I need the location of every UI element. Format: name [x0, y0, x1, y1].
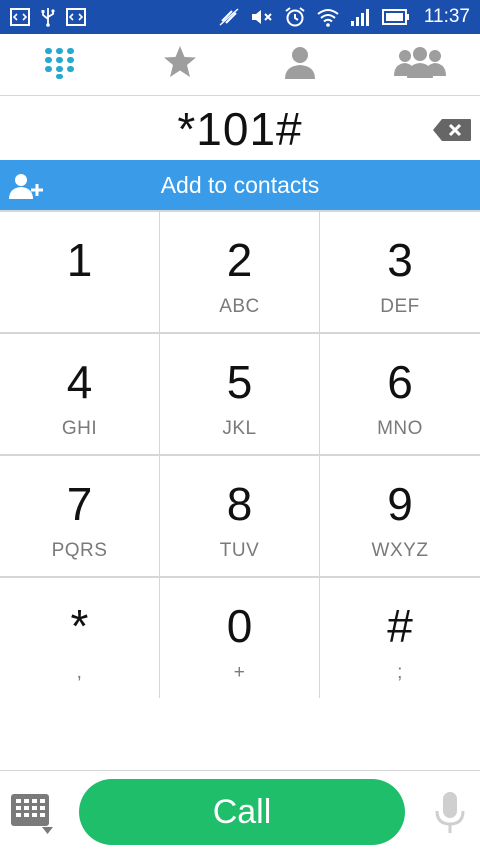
wifi-icon — [316, 7, 340, 27]
person-icon — [282, 44, 318, 85]
status-right-icons: 11:37 — [218, 6, 470, 28]
add-person-icon — [8, 172, 44, 205]
status-left-icons — [10, 7, 86, 27]
keypad: 1 2 ABC 3 DEF 4 GHI 5 JKL 6 MNO 7 PQRS 8… — [0, 210, 480, 699]
key-7[interactable]: 7 PQRS — [0, 456, 159, 576]
key-digit: 5 — [226, 356, 253, 408]
key-digit: 1 — [66, 234, 93, 286]
alarm-icon — [284, 6, 306, 28]
star-icon — [162, 45, 198, 84]
key-letters: GHI — [61, 418, 98, 439]
sync-off-icon — [218, 7, 240, 27]
bottom-bar: Call — [0, 771, 480, 854]
code-box-icon — [66, 8, 86, 26]
add-to-contacts-label: Add to contacts — [160, 171, 320, 198]
key-star[interactable]: * , — [0, 578, 159, 699]
tab-bar — [0, 34, 480, 96]
key-digit: 0 — [226, 600, 253, 652]
battery-icon — [381, 8, 410, 26]
key-letters: MNO — [377, 418, 423, 439]
add-to-contacts-button[interactable]: Add to contacts — [0, 160, 480, 210]
key-letters: , — [76, 662, 83, 683]
key-digit: 7 — [66, 478, 93, 530]
tab-contacts[interactable] — [240, 34, 360, 95]
key-6[interactable]: 6 MNO — [320, 334, 480, 454]
key-digit: # — [387, 600, 413, 652]
key-letters: ABC — [219, 296, 260, 317]
key-8[interactable]: 8 TUV — [160, 456, 319, 576]
usb-icon — [40, 7, 56, 27]
tab-favorites[interactable] — [120, 34, 240, 95]
backspace-icon[interactable] — [432, 118, 472, 147]
key-0[interactable]: 0 + — [160, 578, 319, 699]
key-letters: + — [233, 662, 246, 683]
key-letters: PQRS — [51, 540, 108, 561]
microphone-icon[interactable] — [434, 791, 466, 840]
tab-dialpad[interactable] — [0, 34, 120, 95]
key-digit: 4 — [66, 356, 93, 408]
key-digit: 2 — [226, 234, 253, 286]
key-9[interactable]: 9 WXYZ — [320, 456, 480, 576]
key-digit: 8 — [226, 478, 253, 530]
call-label: Call — [212, 792, 272, 831]
key-1[interactable]: 1 — [0, 212, 159, 332]
call-button[interactable]: Call — [79, 779, 405, 845]
group-icon — [393, 45, 447, 84]
key-letters: DEF — [380, 296, 420, 317]
key-letters: JKL — [222, 418, 257, 439]
number-display: *101# — [0, 96, 480, 160]
key-4[interactable]: 4 GHI — [0, 334, 159, 454]
key-letters: TUV — [219, 540, 260, 561]
status-bar: 11:37 — [0, 0, 480, 34]
key-letters: ; — [397, 662, 403, 683]
dialed-number[interactable]: *101# — [177, 102, 302, 156]
key-digit: * — [70, 600, 89, 652]
tab-groups[interactable] — [360, 34, 480, 95]
dialpad-icon — [43, 45, 77, 84]
signal-icon — [350, 7, 372, 27]
keypad-toggle-icon[interactable] — [10, 793, 54, 840]
key-digit: 9 — [387, 478, 413, 530]
key-5[interactable]: 5 JKL — [160, 334, 319, 454]
volume-mute-icon — [250, 7, 274, 27]
key-letters: WXYZ — [371, 540, 429, 561]
key-digit: 3 — [387, 234, 413, 286]
status-time: 11:37 — [423, 6, 470, 27]
key-digit: 6 — [387, 356, 413, 408]
key-3[interactable]: 3 DEF — [320, 212, 480, 332]
code-box-icon — [10, 8, 30, 26]
key-hash[interactable]: # ; — [320, 578, 480, 699]
key-2[interactable]: 2 ABC — [160, 212, 319, 332]
